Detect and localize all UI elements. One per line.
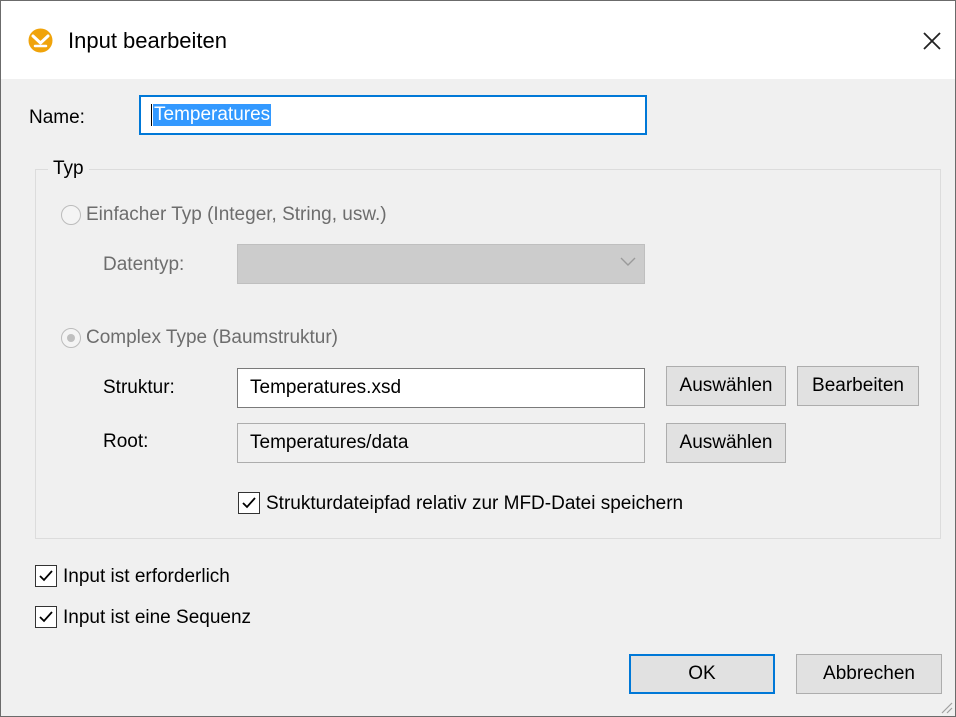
simple-type-label: Einfacher Typ (Integer, String, usw.) xyxy=(86,204,387,225)
structure-edit-button[interactable]: Bearbeiten xyxy=(797,366,919,406)
sequence-checkbox[interactable] xyxy=(35,606,57,628)
complex-type-radio[interactable] xyxy=(61,328,81,348)
root-input[interactable]: Temperatures/data xyxy=(237,423,645,463)
datatype-select[interactable] xyxy=(237,244,645,284)
sequence-label: Input ist eine Sequenz xyxy=(63,607,252,628)
input-edit-dialog: Input bearbeiten Name: Temperatures Typ … xyxy=(0,0,956,717)
structure-input[interactable]: Temperatures.xsd xyxy=(237,368,645,408)
structure-select-button[interactable]: Auswählen xyxy=(666,366,786,406)
close-icon[interactable] xyxy=(917,26,947,56)
root-select-button[interactable]: Auswählen xyxy=(666,423,786,463)
checkmark-icon xyxy=(39,570,53,582)
type-group-label: Typ xyxy=(48,158,89,180)
name-label: Name: xyxy=(29,107,85,128)
complex-type-label: Complex Type (Baumstruktur) xyxy=(86,327,339,348)
ok-button[interactable]: OK xyxy=(629,654,775,694)
root-label: Root: xyxy=(103,431,149,452)
name-input[interactable]: Temperatures xyxy=(139,95,647,135)
text-caret xyxy=(151,104,152,126)
checkmark-icon xyxy=(242,497,256,509)
name-input-value: Temperatures xyxy=(153,104,272,126)
required-checkbox[interactable] xyxy=(35,565,57,587)
resize-grip-icon[interactable] xyxy=(939,700,953,714)
window-title: Input bearbeiten xyxy=(68,28,228,53)
cancel-button[interactable]: Abbrechen xyxy=(796,654,942,694)
root-value: Temperatures/data xyxy=(250,432,409,453)
structure-label: Struktur: xyxy=(103,377,175,398)
datatype-label: Datentyp: xyxy=(103,254,185,275)
structure-value: Temperatures.xsd xyxy=(250,377,402,398)
relative-path-label: Strukturdateipfad relativ zur MFD-Datei … xyxy=(266,493,684,514)
chevron-down-icon xyxy=(620,257,636,266)
checkmark-icon xyxy=(39,611,53,623)
mapforce-logo-icon xyxy=(28,28,53,53)
simple-type-radio[interactable] xyxy=(61,205,81,225)
title-bar: Input bearbeiten xyxy=(1,1,955,79)
required-label: Input ist erforderlich xyxy=(63,566,230,587)
relative-path-checkbox[interactable] xyxy=(238,492,260,514)
